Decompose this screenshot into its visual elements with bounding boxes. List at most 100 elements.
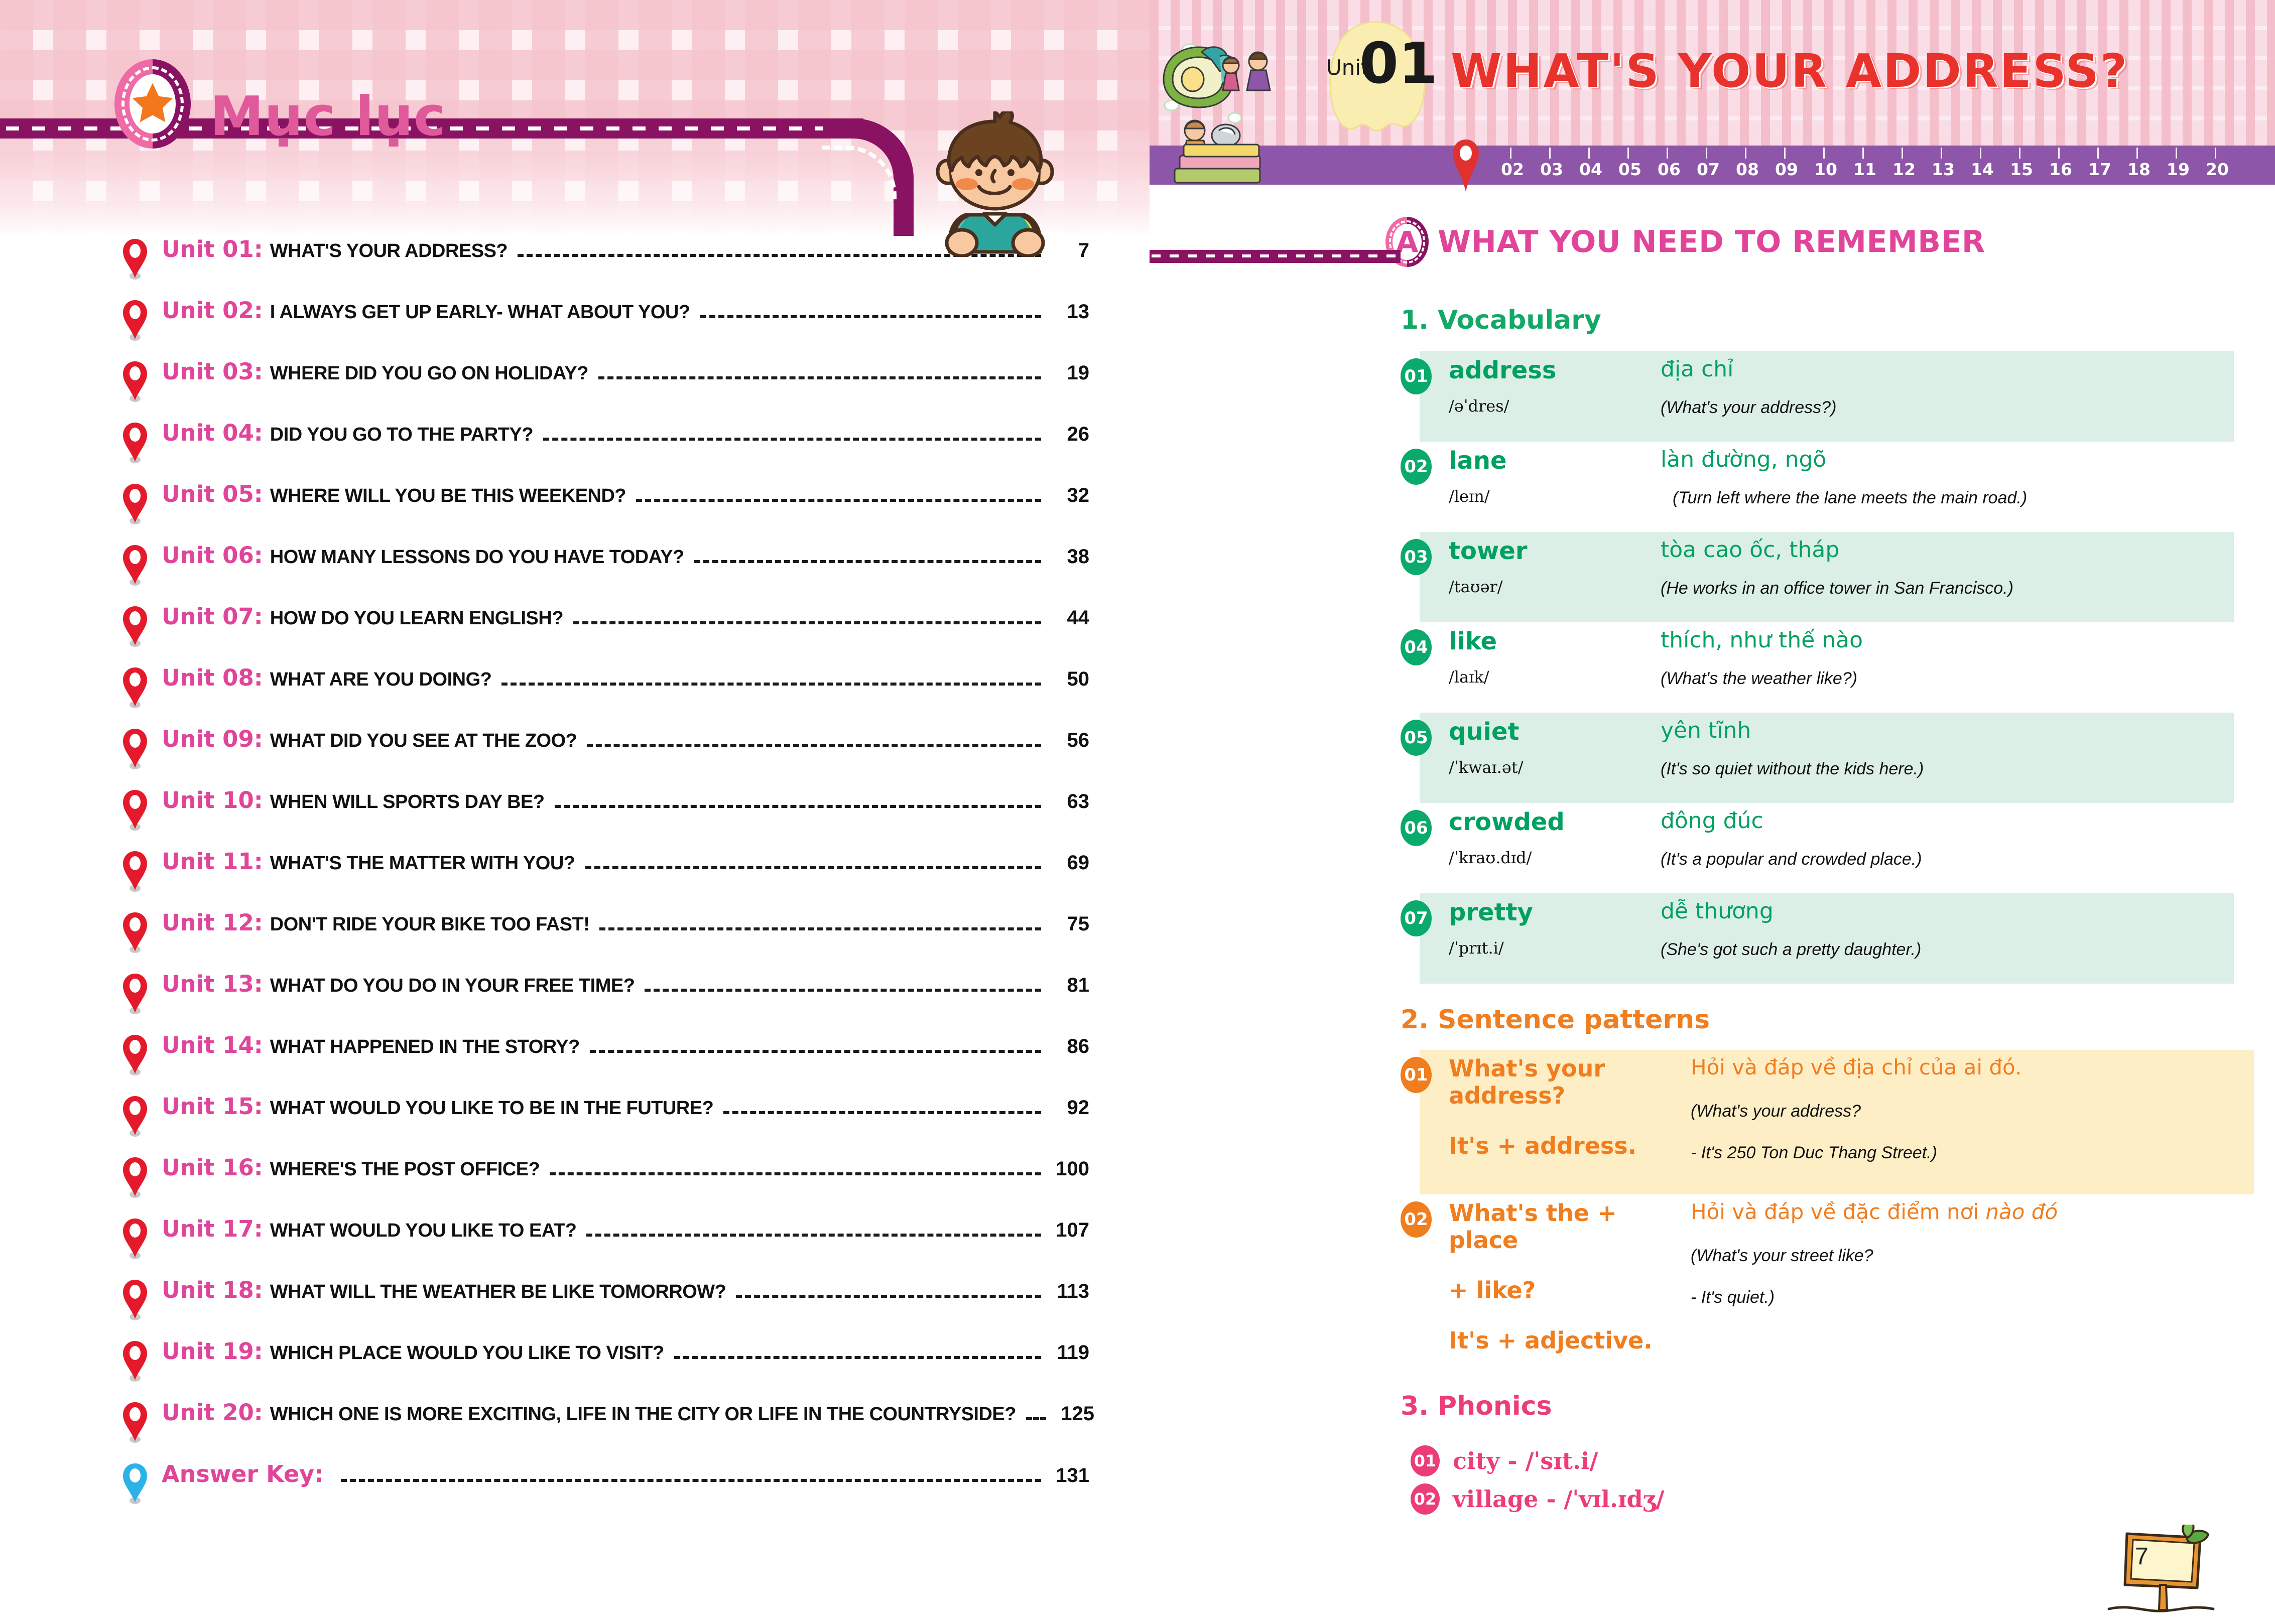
vocabulary-word: address [1449,356,1557,384]
toc-row[interactable]: Unit 08: WHAT ARE YOU DOING? 50 [120,664,1089,726]
map-pin-icon [123,790,147,831]
ruler-tick-label[interactable]: 10 [1814,160,1837,179]
toc-unit-label: Unit 20: [162,1399,263,1426]
map-pin-icon [123,239,147,280]
toc-leader-dots [636,492,1041,502]
toc-row[interactable]: Unit 11: WHAT'S THE MATTER WITH YOU? 69 [120,848,1089,909]
toc-page-number: 13 [1067,301,1090,323]
toc-unit-label: Unit 09: [162,726,263,752]
toc-row[interactable]: Unit 04: DID YOU GO TO THE PARTY? 26 [120,420,1089,481]
vocabulary-word: pretty [1449,898,1533,926]
sentence-pattern-index-badge: 01 [1401,1057,1432,1093]
toc-page-number: 100 [1056,1158,1089,1180]
toc-unit-title: WHAT'S YOUR ADDRESS? [270,240,508,261]
ruler-tick-label[interactable]: 08 [1736,160,1759,179]
toc-unit-title: WHAT DID YOU SEE AT THE ZOO? [270,730,577,751]
ruler-tick-label[interactable]: 18 [2127,160,2151,179]
ruler-tick-label[interactable]: 16 [2049,160,2072,179]
ruler-tick-label[interactable]: 07 [1697,160,1720,179]
toc-row[interactable]: Unit 10: WHEN WILL SPORTS DAY BE? 63 [120,787,1089,848]
toc-row[interactable]: Unit 16: WHERE'S THE POST OFFICE? 100 [120,1154,1089,1215]
toc-row[interactable]: Unit 15: WHAT WOULD YOU LIKE TO BE IN THE… [120,1093,1089,1154]
map-pin-icon [123,729,147,769]
ruler-tick [1706,148,1707,159]
map-pin-icon [123,1157,147,1198]
vocabulary-row: 02 lane/leɪn/làn đường, ngõ (Turn left whe… [1401,442,2234,532]
ruler-tick-label[interactable]: 04 [1579,160,1602,179]
ruler-tick [1980,148,1981,159]
ruler-tick-label[interactable]: 15 [2010,160,2033,179]
toc-row[interactable]: Unit 14: WHAT HAPPENED IN THE STORY? 86 [120,1032,1089,1093]
boy-illustration [936,111,1054,257]
vocabulary-row: 01 address/əˈdres/địa chỉ (What's your add… [1401,351,2234,442]
toc-leader-dots [599,920,1041,930]
map-pin-icon [123,667,147,708]
toc-row[interactable]: Unit 07: HOW DO YOU LEARN ENGLISH? 44 [120,603,1089,664]
toc-unit-title: WHAT ARE YOU DOING? [270,669,492,690]
map-pin-icon [123,1341,147,1382]
toc-page-number: 69 [1067,852,1090,874]
toc-row[interactable]: Unit 17: WHAT WOULD YOU LIKE TO EAT? 107 [120,1215,1089,1277]
toc-unit-label: Unit 14: [162,1032,263,1058]
toc-page-number: 92 [1067,1097,1090,1119]
toc-unit-label: Unit 10: [162,787,263,814]
ruler-tick-label[interactable]: 12 [1892,160,1916,179]
toc-row[interactable]: Unit 03: WHERE DID YOU GO ON HOLIDAY? 19 [120,358,1089,420]
toc-page-number: 75 [1067,913,1090,935]
toc-row[interactable]: Unit 19: WHICH PLACE WOULD YOU LIKE TO VI… [120,1338,1089,1399]
ruler-tick-label[interactable]: 17 [2088,160,2111,179]
toc-unit-label: Unit 19: [162,1338,263,1365]
toc-unit-title: I ALWAYS GET UP EARLY- WHAT ABOUT YOU? [270,302,690,323]
toc-leader-dots [674,1349,1041,1359]
ruler-tick-label[interactable]: 14 [1971,160,1994,179]
toc-row-answer-key[interactable]: Answer Key: 131 [120,1460,1089,1522]
vocabulary-table: 01 address/əˈdres/địa chỉ (What's your add… [1401,351,2234,984]
toc-row[interactable]: Unit 06: HOW MANY LESSONS DO YOU HAVE TOD… [120,542,1089,603]
ruler-tick-label[interactable]: 03 [1540,160,1563,179]
sentence-pattern-line: What's the + place [1449,1199,1617,1254]
toc-row[interactable]: Unit 05: WHERE WILL YOU BE THIS WEEKEND? 3… [120,481,1089,542]
ruler-tick-label[interactable]: 09 [1775,160,1798,179]
toc-leader-dots [723,1104,1041,1114]
toc-row[interactable]: Unit 09: WHAT DID YOU SEE AT THE ZOO? 56 [120,726,1089,787]
phonics-row: 01 city - /ˈsɪt.i/ [1411,1445,1665,1476]
ruler-tick-label[interactable]: 02 [1501,160,1524,179]
toc-unit-title: WHAT DO YOU DO IN YOUR FREE TIME? [270,975,635,996]
toc-row[interactable]: Unit 13: WHAT DO YOU DO IN YOUR FREE TIME… [120,971,1089,1032]
ruler-tick [2058,148,2060,159]
ruler-tick-label[interactable]: 11 [1853,160,1876,179]
vocabulary-ipa: /ˈkwaɪ.ət/ [1449,758,1524,777]
ruler-tick-label[interactable]: 06 [1658,160,1681,179]
sentence-pattern-row: 01 What's your address? It's + address. Hỏi… [1401,1050,2254,1194]
toc-unit-label: Unit 15: [162,1093,263,1120]
vocabulary-index-badge: 02 [1401,449,1432,485]
toc-unit-label: Unit 11: [162,848,263,875]
ruler-tick-label[interactable]: 20 [2206,160,2229,179]
toc-page-number: 56 [1067,729,1090,751]
toc-unit-title: WHERE WILL YOU BE THIS WEEKEND? [270,485,626,506]
ruler-tick-label[interactable]: 19 [2167,160,2190,179]
vocabulary-translation: dễ thương [1661,898,1774,924]
toc-leader-dots [589,1043,1041,1053]
unit-title: WHAT'S YOUR ADDRESS? [1451,44,2129,98]
toc-leader-dots [694,553,1041,563]
vocabulary-word: quiet [1449,718,1520,746]
ruler-tick-label[interactable]: 05 [1618,160,1641,179]
vocabulary-example: (It's a popular and crowded place.) [1661,850,1922,869]
toc-leader-dots [736,1288,1041,1298]
toc-row[interactable]: Unit 18: WHAT WILL THE WEATHER BE LIKE TO… [120,1277,1089,1338]
toc-row[interactable]: Unit 12: DON'T RIDE YOUR BIKE TOO FAST! 75 [120,909,1089,971]
decorative-rail-down [894,201,914,236]
toc-unit-title: WHAT WOULD YOU LIKE TO EAT? [270,1220,577,1241]
toc-unit-title: WHEN WILL SPORTS DAY BE? [270,791,545,813]
toc-row[interactable]: Unit 02: I ALWAYS GET UP EARLY- WHAT ABOU… [120,297,1089,358]
map-pin-icon [123,423,147,463]
page-title: Mục lục [210,85,446,148]
map-pin-icon [1453,140,1479,192]
ruler-tick-label[interactable]: 13 [1932,160,1955,179]
map-pin-icon [123,361,147,402]
toc-row[interactable]: Unit 20: WHICH ONE IS MORE EXCITING, LIFE… [120,1399,1094,1460]
unit-progress-ruler[interactable]: 02 03 04 05 06 07 08 09 10 11 12 13 14 15 16 17 18 19 20 [1150,146,2275,185]
vocabulary-index-badge: 01 [1401,358,1432,394]
section-a-rail [1150,250,1401,263]
